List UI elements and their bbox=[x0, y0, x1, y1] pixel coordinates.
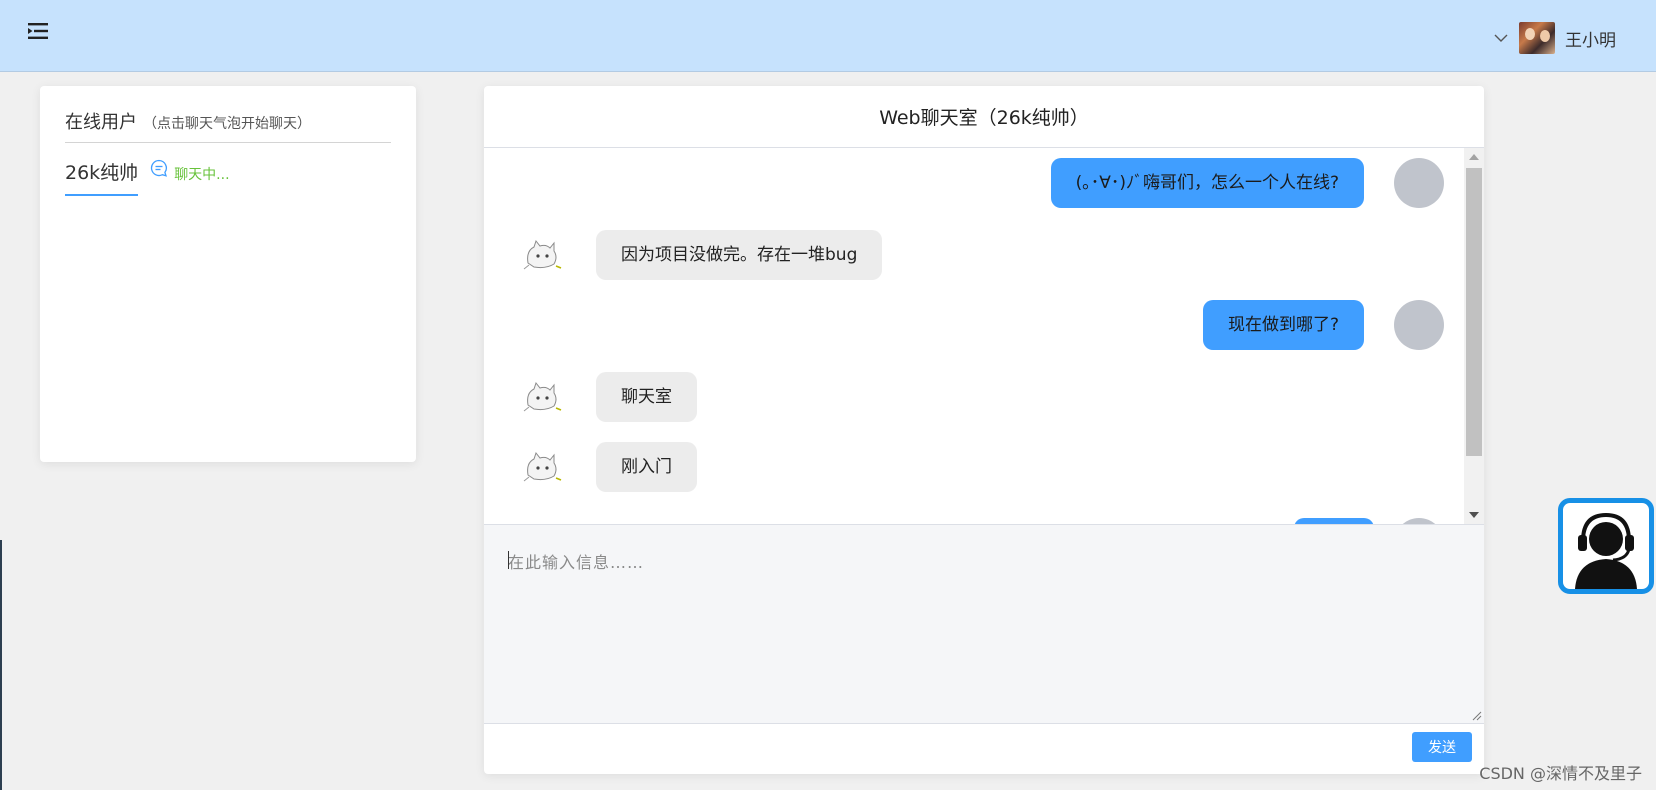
chat-room-panel: Web聊天室（26k纯帅） (｡･∀･)ﾉﾞ嗨哥们，怎么一个人在线? 因为项目没… bbox=[484, 86, 1484, 774]
watermark: CSDN @深情不及里子 bbox=[1479, 764, 1642, 783]
sender-avatar bbox=[1394, 300, 1444, 350]
online-user-name[interactable]: 26k纯帅 bbox=[65, 158, 139, 196]
online-user-item[interactable]: 26k纯帅 聊天中... bbox=[65, 158, 230, 196]
chat-status: 聊天中... bbox=[174, 167, 230, 183]
chat-bubble-icon[interactable] bbox=[150, 159, 168, 177]
resize-handle-icon[interactable] bbox=[1472, 711, 1482, 721]
message-bubble: 现在做到哪了? bbox=[1202, 300, 1364, 350]
user-menu[interactable]: 王小明 bbox=[1493, 20, 1616, 56]
headset-agent-icon bbox=[1575, 512, 1637, 589]
chevron-down-icon[interactable] bbox=[1493, 30, 1509, 46]
message-input-area[interactable] bbox=[484, 524, 1484, 724]
message-bubble: (｡･∀･)ﾉﾞ嗨哥们，怎么一个人在线? bbox=[1050, 158, 1364, 208]
window-edge bbox=[0, 540, 2, 790]
message-input[interactable] bbox=[484, 525, 1484, 723]
menu-fold-icon[interactable] bbox=[28, 22, 52, 42]
customer-support-button[interactable] bbox=[1558, 498, 1654, 594]
message-scrollbar[interactable] bbox=[1464, 148, 1484, 524]
top-header: 王小明 bbox=[0, 0, 1656, 72]
scrollbar-thumb[interactable] bbox=[1466, 168, 1482, 456]
cat-avatar-icon bbox=[520, 445, 564, 489]
online-users-panel: 在线用户 （点击聊天气泡开始聊天） 26k纯帅 聊天中... bbox=[40, 86, 416, 462]
message-list[interactable]: (｡･∀･)ﾉﾞ嗨哥们，怎么一个人在线? 因为项目没做完。存在一堆bug 现在做… bbox=[484, 148, 1464, 524]
cat-avatar-icon bbox=[520, 233, 564, 277]
message-bubble: 刚入门 bbox=[596, 442, 697, 492]
scroll-down-arrow-icon[interactable] bbox=[1469, 512, 1479, 518]
text-caret bbox=[508, 551, 509, 569]
panel-title: 在线用户 bbox=[65, 112, 137, 133]
panel-hint: （点击聊天气泡开始聊天） bbox=[143, 116, 311, 132]
cat-avatar-icon bbox=[520, 375, 564, 419]
message-item: 因为项目没做完。存在一堆bug bbox=[520, 230, 883, 280]
send-button[interactable]: 发送 bbox=[1412, 732, 1472, 762]
chat-title: Web聊天室（26k纯帅） bbox=[484, 86, 1484, 148]
divider bbox=[65, 142, 391, 143]
message-item: 聊天室 bbox=[520, 372, 697, 422]
scroll-up-arrow-icon[interactable] bbox=[1469, 154, 1479, 160]
message-item: 现在做到哪了? bbox=[1202, 300, 1444, 350]
user-avatar[interactable] bbox=[1519, 22, 1555, 54]
message-item: (｡･∀･)ﾉﾞ嗨哥们，怎么一个人在线? bbox=[1050, 158, 1444, 208]
online-users-title: 在线用户 （点击聊天气泡开始聊天） bbox=[65, 108, 311, 134]
message-bubble: 因为项目没做完。存在一堆bug bbox=[596, 230, 883, 280]
message-bubble: 聊天室 bbox=[596, 372, 697, 422]
sender-avatar bbox=[1394, 158, 1444, 208]
username[interactable]: 王小明 bbox=[1565, 26, 1616, 51]
message-item: 刚入门 bbox=[520, 442, 697, 492]
